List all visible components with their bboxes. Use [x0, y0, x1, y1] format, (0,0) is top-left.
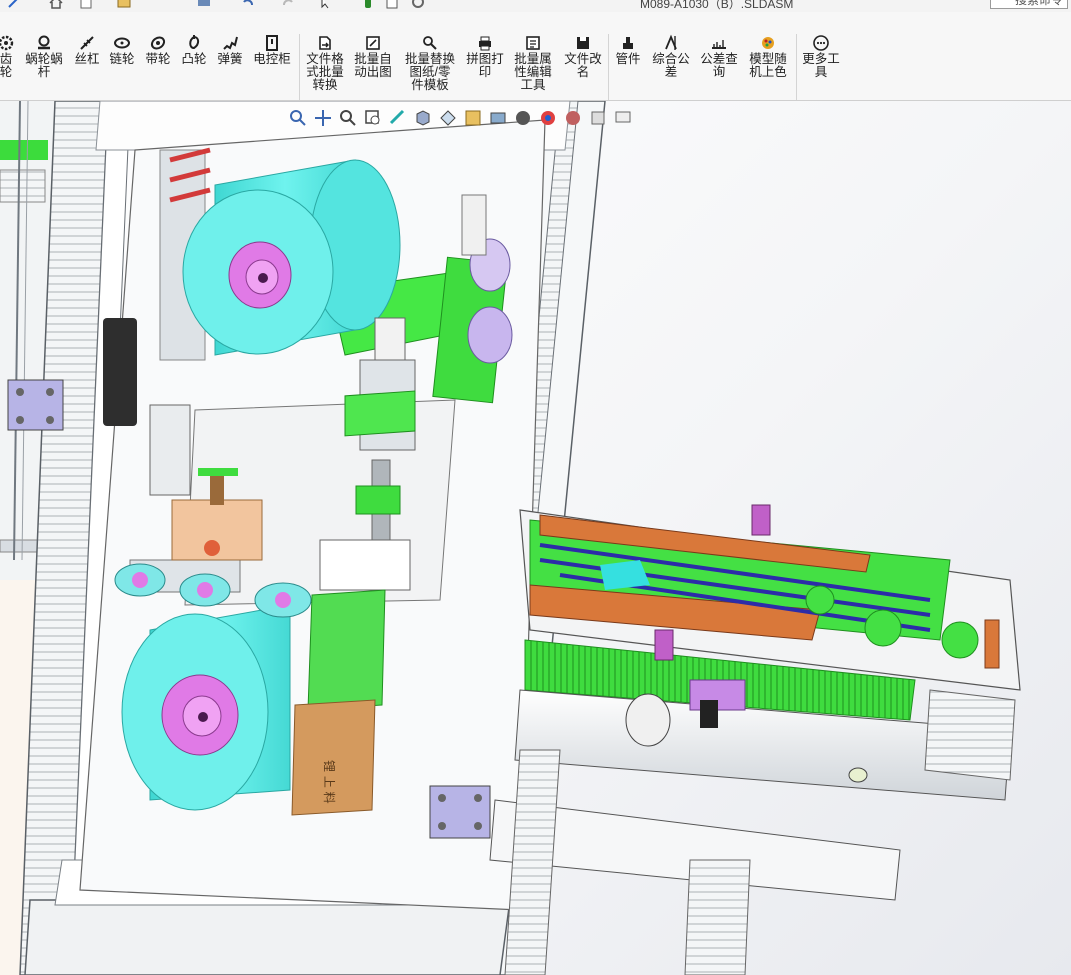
search-input[interactable]: 搜索命令	[990, 0, 1068, 9]
spring-icon	[223, 36, 238, 50]
file-convert-label: 文件格 式批量 转换	[306, 52, 344, 92]
hide-show-icon[interactable]	[463, 108, 483, 128]
tolerance-lookup-button[interactable]: 公差查 询	[696, 34, 742, 98]
pipe-fitting-icon	[623, 37, 633, 49]
property-edit-label: 批量属 性编辑 工具	[514, 52, 552, 92]
heads-up-view-toolbar	[288, 106, 638, 130]
print-small-icon[interactable]	[196, 0, 212, 9]
upper-material-roll[interactable]	[182, 159, 401, 356]
scene-icon[interactable]	[513, 108, 533, 128]
pipe-fitting-button[interactable]: 管件	[612, 34, 644, 98]
zoom-icon[interactable]	[338, 108, 358, 128]
view-settings-icon[interactable]	[588, 108, 608, 128]
pin-icon[interactable]	[6, 0, 22, 9]
ribbon-separator	[796, 34, 797, 100]
zoom-to-fit-icon[interactable]	[288, 108, 308, 128]
spring-button[interactable]: 弹簧	[214, 34, 246, 98]
print-label: 拼图打 印	[466, 52, 504, 79]
sprocket-button[interactable]: 链轮	[106, 34, 138, 98]
cam-button[interactable]: 凸轮	[178, 34, 210, 98]
tolerance-label: 综合公 差	[652, 52, 690, 79]
print-button[interactable]: 拼图打 印	[462, 34, 508, 98]
graphics-viewport[interactable]: 锂 上 料	[0, 101, 1071, 975]
file-properties-icon[interactable]	[384, 0, 400, 9]
save-rename-label: 文件改 名	[564, 52, 602, 79]
gear-label: 齿 轮	[0, 52, 13, 79]
color-icon[interactable]	[563, 108, 583, 128]
property-edit-button[interactable]: 批量属 性编辑 工具	[510, 34, 556, 98]
tolerance-lookup-icon	[712, 40, 726, 49]
cam-label: 凸轮	[181, 52, 207, 66]
pulley-label: 带轮	[145, 52, 171, 66]
cabinet-icon	[266, 35, 278, 51]
traffic-light-icon[interactable]	[360, 0, 376, 9]
assembly-model[interactable]: 锂 上 料	[0, 101, 1071, 975]
random-color-button[interactable]: 模型随 机上色	[744, 34, 792, 98]
tolerance-button[interactable]: 综合公 差	[648, 34, 694, 98]
appearance-icon[interactable]	[488, 108, 508, 128]
spring-label: 弹簧	[217, 52, 243, 66]
tolerance-icon	[665, 34, 677, 50]
cylinder-rod	[461, 194, 487, 256]
pipe-fitting-label: 管件	[615, 52, 641, 66]
view-orientation-icon[interactable]	[413, 108, 433, 128]
previous-view-icon[interactable]	[363, 108, 383, 128]
auto-drawing-icon	[366, 36, 380, 50]
template-replace-icon	[423, 36, 437, 50]
sprocket-icon	[114, 37, 130, 49]
new-file-icon[interactable]	[78, 0, 94, 9]
ribbon-toolbar: 齿 轮 蜗轮蜗 杆 丝杠 链轮 带轮 凸轮 弹簧 电控柜 文件格 式批量 转换 …	[0, 12, 1071, 101]
print-icon	[479, 36, 491, 51]
cam-icon	[189, 35, 200, 50]
conveyor-assembly	[489, 504, 1021, 975]
ribbon-separator	[608, 34, 609, 100]
lead-screw-button[interactable]: 丝杠	[72, 34, 102, 98]
cabinet-label: 电控柜	[253, 52, 291, 66]
open-icon[interactable]	[116, 0, 132, 9]
worm-gear-icon	[38, 35, 50, 50]
property-edit-icon	[526, 36, 540, 50]
more-tools-label: 更多工 具	[802, 52, 840, 79]
gear-icon	[0, 35, 14, 51]
tolerance-lookup-label: 公差查 询	[700, 52, 738, 79]
worm-gear-label: 蜗轮蜗 杆	[25, 52, 63, 79]
select-arrow-icon[interactable]	[318, 0, 334, 9]
options-gear-icon[interactable]	[410, 0, 426, 9]
ribbon-separator	[299, 34, 300, 100]
undo-icon[interactable]	[240, 0, 256, 9]
home-icon[interactable]	[48, 0, 64, 9]
render-tools-icon[interactable]	[538, 108, 558, 128]
door-handle[interactable]	[103, 318, 137, 426]
purple-roller	[467, 306, 513, 364]
more-tools-button[interactable]: 更多工 具	[798, 34, 844, 98]
zoom-area-icon[interactable]	[313, 108, 333, 128]
pulley-icon	[150, 36, 166, 50]
spool-label: 锂 上 料	[322, 760, 337, 804]
lead-screw-icon	[80, 36, 94, 50]
monitor-icon[interactable]	[613, 108, 633, 128]
auto-drawing-button[interactable]: 批量自 动出图	[350, 34, 396, 98]
save-rename-button[interactable]: 文件改 名	[560, 34, 606, 98]
pulley-button[interactable]: 带轮	[142, 34, 174, 98]
section-view-icon[interactable]	[388, 108, 408, 128]
auto-drawing-label: 批量自 动出图	[354, 52, 392, 79]
template-replace-button[interactable]: 批量替换 图纸/零 件模板	[400, 34, 460, 98]
worm-gear-button[interactable]: 蜗轮蜗 杆	[22, 34, 66, 98]
random-color-label: 模型随 机上色	[749, 52, 787, 79]
sprocket-label: 链轮	[109, 52, 135, 66]
lead-screw-label: 丝杠	[74, 52, 100, 66]
more-tools-icon	[813, 35, 829, 51]
random-color-icon	[762, 37, 774, 49]
cabinet-button[interactable]: 电控柜	[250, 34, 294, 98]
gear-button[interactable]: 齿 轮	[0, 34, 19, 98]
file-convert-button[interactable]: 文件格 式批量 转换	[302, 34, 348, 98]
save-rename-icon	[577, 37, 589, 49]
document-title: M089-A1030（B）.SLDASM	[640, 0, 794, 11]
template-replace-label: 批量替换 图纸/零 件模板	[404, 52, 455, 92]
file-convert-icon	[319, 36, 331, 50]
display-style-icon[interactable]	[438, 108, 458, 128]
redo-icon[interactable]	[280, 0, 296, 9]
